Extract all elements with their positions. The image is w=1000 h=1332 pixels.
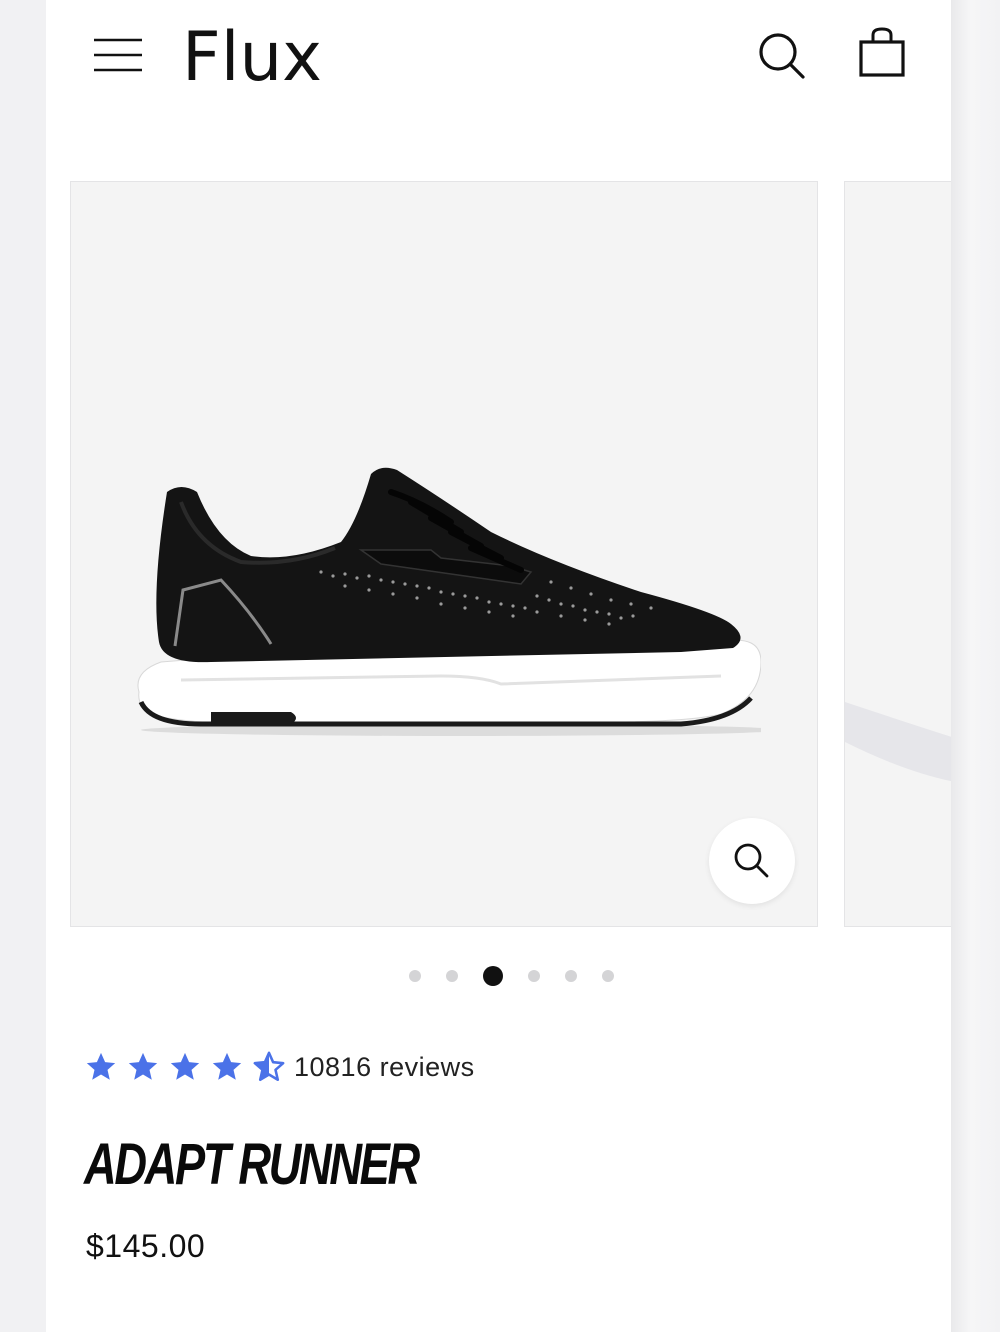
star-icon (170, 1052, 200, 1080)
hamburger-menu-icon (94, 38, 142, 72)
carousel-dot[interactable] (602, 970, 614, 982)
star-icon (128, 1052, 158, 1080)
carousel-dot[interactable] (528, 970, 540, 982)
next-page-edge (951, 0, 1000, 1332)
review-count[interactable]: 10816 reviews (294, 1052, 475, 1083)
carousel-dot[interactable] (409, 970, 421, 982)
search-button[interactable] (754, 26, 810, 82)
product-price: $145.00 (86, 1228, 206, 1264)
site-header: Flux (46, 0, 951, 122)
search-icon (759, 33, 805, 79)
shopping-bag-icon (859, 27, 905, 77)
carousel-dot-active[interactable] (483, 966, 503, 986)
star-icon (212, 1052, 242, 1080)
product-image (137, 467, 761, 736)
cart-button[interactable] (854, 24, 910, 82)
carousel-dot[interactable] (446, 970, 458, 982)
product-image-slide[interactable] (70, 181, 818, 927)
star-icon (86, 1052, 116, 1080)
brand-logo[interactable]: Flux (180, 18, 330, 97)
product-title: ADAPT RUNNER (84, 1131, 420, 1197)
next-slide-preview (845, 702, 951, 782)
product-rating[interactable]: 10816 reviews (84, 1050, 584, 1086)
half-star-icon (253, 1051, 285, 1082)
carousel-dot[interactable] (565, 970, 577, 982)
menu-button[interactable] (90, 30, 146, 78)
carousel-pagination (46, 964, 951, 988)
product-image-gallery[interactable] (46, 122, 951, 942)
zoom-icon (734, 843, 769, 878)
next-product-image-slide[interactable] (844, 181, 951, 927)
zoom-button[interactable] (709, 818, 795, 904)
logo-text: Flux (182, 20, 322, 90)
product-page: Flux 10816 reviews ADAPT RUNNER $145.00 (46, 0, 951, 1332)
